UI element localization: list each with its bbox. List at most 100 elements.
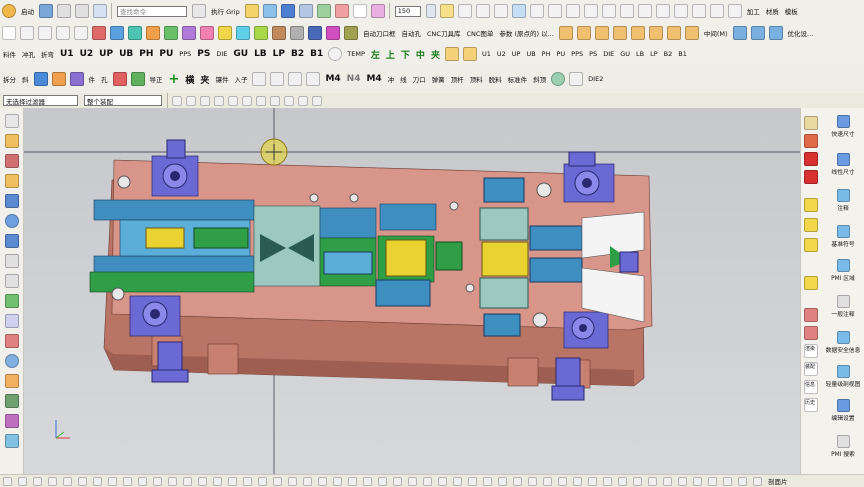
b1-button[interactable]: B1 [310, 49, 323, 59]
save-icon[interactable] [39, 4, 53, 18]
n4-button[interactable]: N4 [347, 74, 361, 84]
select-all-icon[interactable] [172, 95, 182, 106]
status-icon-35[interactable] [513, 476, 522, 486]
spring-icon[interactable] [252, 72, 267, 86]
pin2-icon[interactable] [569, 72, 584, 86]
part-label[interactable]: 件 [89, 74, 96, 84]
status-icon-13[interactable] [183, 476, 192, 486]
cube-icon[interactable] [280, 4, 295, 18]
split-label[interactable]: 拆分 [3, 74, 16, 84]
pmi-pink2-icon[interactable] [804, 326, 818, 340]
line-std-label[interactable]: 线 [400, 74, 407, 84]
gu-right-button[interactable]: GU [620, 50, 630, 58]
datum-icon[interactable] [666, 25, 681, 40]
spring-label[interactable]: 弹簧 [432, 74, 445, 84]
snap-icon[interactable] [244, 4, 259, 18]
help-icon[interactable] [192, 4, 206, 18]
pilot2-icon[interactable] [130, 72, 145, 86]
constraint-navigator-icon[interactable] [4, 174, 19, 188]
ph-right-button[interactable]: PH [542, 50, 551, 58]
sphere-icon[interactable] [298, 4, 313, 18]
target-icon[interactable] [328, 47, 343, 61]
die2-label[interactable]: DIE2 [588, 75, 603, 83]
pmi-yellow-icon[interactable] [804, 198, 818, 212]
side-tab-info[interactable]: 信息 [804, 380, 818, 394]
plus-symbol-button[interactable]: + [169, 72, 180, 87]
solid-pink-icon[interactable] [200, 25, 214, 40]
ejector-label[interactable]: 顶杆 [451, 74, 464, 84]
info-icon[interactable] [4, 434, 19, 448]
lifter-label[interactable]: 顶料 [470, 74, 483, 84]
die-button[interactable]: DIE [216, 50, 227, 58]
line-tool-icon[interactable] [306, 72, 321, 86]
lp-right-button[interactable]: LP [650, 50, 658, 58]
status-icon-37[interactable] [543, 476, 552, 486]
intersect-icon[interactable] [56, 25, 70, 40]
gear-icon[interactable] [551, 72, 566, 86]
data-security-button[interactable]: 数据安全信息 [821, 330, 864, 354]
std-part-icon[interactable] [444, 47, 459, 61]
pmi-yellow4-icon[interactable] [804, 276, 818, 290]
pu-right-button[interactable]: PU [556, 50, 565, 58]
solid-green-icon[interactable] [164, 25, 178, 40]
status-icon-21[interactable] [303, 476, 312, 486]
up-right-button[interactable]: UP [512, 50, 521, 58]
redo-icon[interactable] [75, 4, 89, 18]
material-label[interactable]: 材质 [766, 6, 779, 16]
mesh3-icon[interactable] [768, 25, 783, 40]
zoom-dropdown-icon[interactable] [425, 4, 436, 18]
machining-label[interactable]: 加工 [747, 6, 760, 16]
wave-icon[interactable] [74, 25, 88, 40]
solid-magenta-icon[interactable] [326, 25, 340, 40]
lb-right-button[interactable]: LB [636, 50, 644, 58]
side-tab-render[interactable]: 渲染 [804, 344, 818, 358]
mesh2-icon[interactable] [750, 25, 765, 40]
temp-button[interactable]: TEMP [347, 50, 365, 58]
clock-icon[interactable] [4, 354, 19, 368]
solid-teal-icon[interactable] [128, 25, 142, 40]
auto-hole-label[interactable]: 自动孔 [402, 28, 422, 38]
pps-right-button[interactable]: PPS [571, 50, 583, 58]
history-icon[interactable] [4, 254, 19, 268]
guide-label[interactable]: 导正 [150, 74, 163, 84]
new-part-icon[interactable] [2, 25, 16, 40]
status-icon-3[interactable] [33, 476, 42, 486]
select-face-icon[interactable] [186, 95, 196, 106]
extend-icon[interactable] [619, 4, 634, 18]
snap-quadrant-icon[interactable] [270, 95, 280, 106]
shell-icon[interactable] [630, 25, 645, 40]
graphics-window[interactable] [24, 108, 800, 474]
chamfer-icon[interactable] [637, 4, 652, 18]
status-icon-20[interactable] [288, 476, 297, 486]
blend-icon[interactable] [612, 25, 627, 40]
nav-clamp-button[interactable]: 夹 [431, 48, 440, 61]
std-part2-icon[interactable] [462, 47, 477, 61]
rotate-icon[interactable] [529, 4, 544, 18]
u1-right-button[interactable]: U1 [482, 50, 491, 58]
b1-right-button[interactable]: B1 [678, 50, 687, 58]
ps-right-button[interactable]: PS [589, 50, 597, 58]
solid-yellow-icon[interactable] [218, 25, 232, 40]
nx-logo-icon[interactable] [2, 4, 16, 18]
layer-icon[interactable] [316, 4, 331, 18]
optimize-label[interactable]: 优化设... [788, 28, 814, 38]
select-body-icon[interactable] [214, 95, 224, 106]
ps-button[interactable]: PS [197, 49, 210, 59]
status-icon-4[interactable] [48, 476, 57, 486]
status-icon-2[interactable] [18, 476, 27, 486]
point-icon[interactable] [262, 4, 277, 18]
ub-right-button[interactable]: UB [526, 50, 535, 58]
center-label[interactable]: 中间(M) [704, 28, 728, 38]
copy-icon[interactable] [565, 4, 580, 18]
snap-mid-icon[interactable] [242, 95, 252, 106]
insert-label[interactable]: 镶件 [215, 74, 228, 84]
status-icon-12[interactable] [168, 476, 177, 486]
solid-blue-icon[interactable] [110, 25, 124, 40]
arrow-up-icon[interactable] [20, 25, 34, 40]
undo-icon[interactable] [57, 4, 71, 18]
status-icon-24[interactable] [348, 476, 357, 486]
template-label[interactable]: 模板 [785, 6, 798, 16]
status-icon-28[interactable] [408, 476, 417, 486]
module-label[interactable]: 料件 [3, 49, 16, 59]
pmi-yellow3-icon[interactable] [804, 238, 818, 252]
